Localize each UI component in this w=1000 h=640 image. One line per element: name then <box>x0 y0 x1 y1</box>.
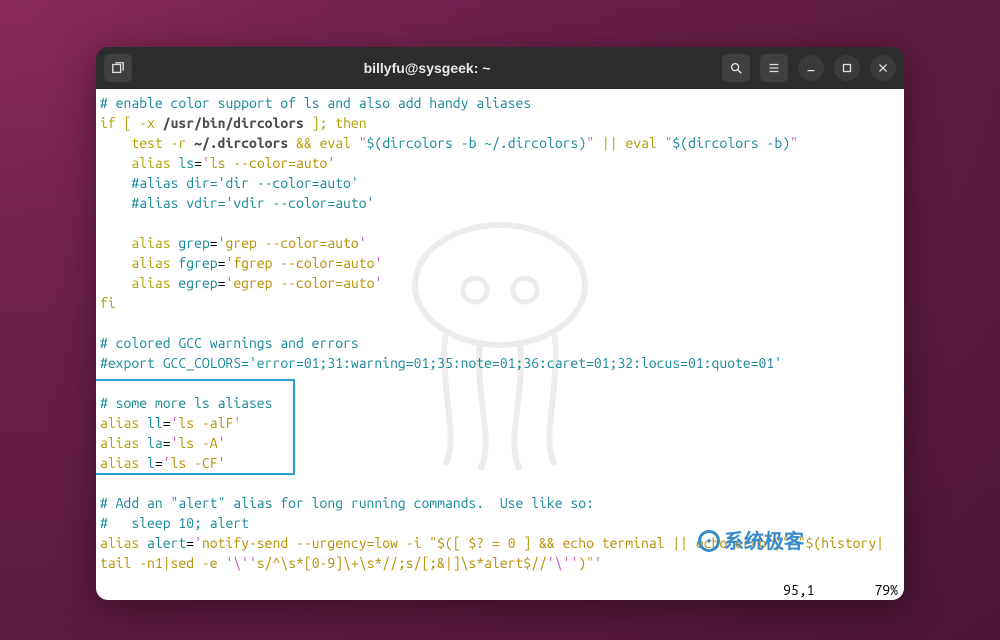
minimize-button[interactable] <box>798 55 824 81</box>
code-line: alias fgrep='fgrep --color=auto' <box>100 253 900 273</box>
code-line: # some more ls aliases <box>100 393 900 413</box>
window-title: billyfu@sysgeek: ~ <box>140 60 714 76</box>
close-button[interactable] <box>870 55 896 81</box>
terminal-window: billyfu@sysgeek: ~ <box>96 47 904 600</box>
code-line: # colored GCC warnings and errors <box>100 333 900 353</box>
close-icon <box>876 61 890 75</box>
code-line: if [ -x /usr/bin/dircolors ]; then <box>100 113 900 133</box>
code-line: alias egrep='egrep --color=auto' <box>100 273 900 293</box>
terminal-content[interactable]: # enable color support of ls and also ad… <box>96 89 904 600</box>
menu-button[interactable] <box>760 54 788 82</box>
code-lines: # enable color support of ls and also ad… <box>100 93 900 573</box>
code-line: alias l='ls -CF' <box>100 453 900 473</box>
hamburger-icon <box>767 61 781 75</box>
window-titlebar: billyfu@sysgeek: ~ <box>96 47 904 89</box>
code-line: alias ll='ls -alF' <box>100 413 900 433</box>
code-line: #alias vdir='vdir --color=auto' <box>100 193 900 213</box>
cursor-position: 95,1 <box>783 580 814 600</box>
code-line: # Add an "alert" alias for long running … <box>100 493 900 513</box>
search-icon <box>729 61 743 75</box>
maximize-icon <box>840 61 854 75</box>
code-line: alias ls='ls --color=auto' <box>100 153 900 173</box>
minimize-icon <box>804 61 818 75</box>
code-line <box>100 213 900 233</box>
code-line: #export GCC_COLORS='error=01;31:warning=… <box>100 353 900 373</box>
code-line: alias la='ls -A' <box>100 433 900 453</box>
code-line <box>100 373 900 393</box>
maximize-button[interactable] <box>834 55 860 81</box>
search-button[interactable] <box>722 54 750 82</box>
watermark: ✦ 系统极客 <box>698 530 804 552</box>
new-tab-button[interactable] <box>104 54 132 82</box>
code-line: test -r ~/.dircolors && eval "$(dircolor… <box>100 133 900 153</box>
code-line: alias grep='grep --color=auto' <box>100 233 900 253</box>
code-line <box>100 473 900 493</box>
editor-statusline: 95,1 79% <box>96 580 904 600</box>
scroll-percent: 79% <box>874 580 898 600</box>
watermark-logo-icon: ✦ <box>698 530 720 552</box>
code-line: fi <box>100 293 900 313</box>
code-line: tail -n1|sed -e '\''s/^\s*[0-9]\+\s*//;s… <box>100 553 900 573</box>
code-line <box>100 313 900 333</box>
code-line: #alias dir='dir --color=auto' <box>100 173 900 193</box>
watermark-text: 系统极客 <box>724 531 804 551</box>
code-line: # enable color support of ls and also ad… <box>100 93 900 113</box>
new-tab-icon <box>111 61 125 75</box>
